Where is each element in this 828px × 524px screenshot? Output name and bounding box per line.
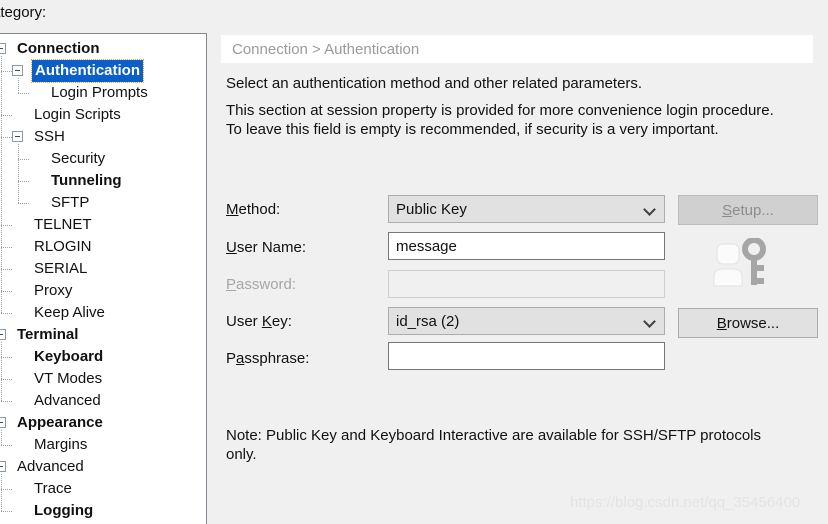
tree-item-authentication[interactable]: Authentication: [0, 59, 206, 83]
settings-content-pane: Connection > Authentication Select an au…: [218, 0, 828, 524]
tree-item-label: Appearance: [17, 414, 103, 431]
description-line-2: This section at session property is prov…: [226, 102, 774, 119]
tree-item-serial[interactable]: SERIAL: [0, 258, 206, 280]
tree-item-label: Keep Alive: [34, 304, 105, 321]
tree-item-label: Login Scripts: [34, 106, 121, 123]
user-name-input[interactable]: message: [388, 232, 665, 260]
tree-item-keyboard[interactable]: Keyboard: [0, 346, 206, 368]
breadcrumb-text: Connection > Authentication: [232, 40, 420, 58]
tree-item-label: SFTP: [51, 194, 90, 211]
tree-item-logging[interactable]: Logging: [0, 500, 206, 522]
tree-item-label: Trace: [34, 480, 72, 497]
tree-item-label: Authentication: [31, 59, 144, 83]
user-key-icon: [713, 238, 766, 287]
note-line-2: only.: [226, 446, 257, 463]
tree-item-trace[interactable]: Trace: [0, 478, 206, 500]
method-select-value: Public Key: [396, 200, 467, 218]
tree-item-label: SERIAL: [34, 260, 88, 277]
user-name-label: User Name:: [226, 239, 307, 256]
category-tree[interactable]: Connection Authentication Login Prompts Log…: [0, 33, 207, 524]
tree-item-security[interactable]: Security: [0, 148, 206, 170]
tree-item-vt-modes[interactable]: VT Modes: [0, 368, 206, 390]
browse-button[interactable]: Browse...: [678, 308, 818, 338]
tree-item-label: Proxy: [34, 282, 73, 299]
tree-item-label: Security: [51, 150, 106, 167]
passphrase-input[interactable]: [388, 342, 665, 370]
password-label: Password:: [226, 276, 297, 293]
category-tree-body: Connection Authentication Login Prompts Log…: [0, 34, 206, 522]
tree-item-rlogin[interactable]: RLOGIN: [0, 236, 206, 258]
user-key-label: User Key:: [226, 313, 292, 330]
tree-item-label: Advanced: [17, 458, 84, 475]
tree-expander-minus-icon[interactable]: [12, 65, 23, 76]
user-name-value: message: [396, 237, 457, 255]
method-select[interactable]: Public Key: [388, 195, 665, 223]
password-input: [388, 270, 665, 298]
tree-item-advanced[interactable]: Advanced: [0, 456, 206, 478]
tree-item-proxy[interactable]: Proxy: [0, 280, 206, 302]
chevron-down-icon: [644, 204, 655, 215]
breadcrumb: Connection > Authentication: [221, 35, 813, 63]
description-line-3: To leave this field is empty is recommen…: [226, 121, 719, 138]
tree-item-label: SSH: [34, 128, 65, 145]
setup-button: Setup...: [678, 195, 818, 225]
tree-item-keep-alive[interactable]: Keep Alive: [0, 302, 206, 324]
tree-expander-minus-icon[interactable]: [0, 43, 6, 54]
tree-item-appearance[interactable]: Appearance: [0, 412, 206, 434]
tree-item-label: Connection: [17, 40, 100, 57]
tree-item-telnet[interactable]: TELNET: [0, 214, 206, 236]
tree-item-sftp[interactable]: SFTP: [0, 192, 206, 214]
tree-expander-minus-icon[interactable]: [0, 329, 6, 340]
tree-item-margins[interactable]: Margins: [0, 434, 206, 456]
tree-item-label: Margins: [34, 436, 88, 453]
tree-expander-minus-icon[interactable]: [0, 461, 6, 472]
tree-item-login-prompts[interactable]: Login Prompts: [0, 82, 206, 104]
tree-item-label: TELNET: [34, 216, 92, 233]
method-label: Method:: [226, 201, 281, 218]
passphrase-label: Passphrase:: [226, 350, 310, 367]
tree-item-advanced[interactable]: Advanced: [0, 390, 206, 412]
tree-item-label: VT Modes: [34, 370, 103, 387]
tree-item-tunneling[interactable]: Tunneling: [0, 170, 206, 192]
tree-item-label: Login Prompts: [51, 84, 148, 101]
tree-item-label: Advanced: [34, 392, 101, 409]
tree-item-label: Keyboard: [34, 348, 104, 365]
category-label: ategory:: [0, 4, 47, 21]
tree-item-ssh[interactable]: SSH: [0, 126, 206, 148]
tree-item-terminal[interactable]: Terminal: [0, 324, 206, 346]
user-key-select-value: id_rsa (2): [396, 312, 460, 330]
chevron-down-icon: [644, 316, 655, 327]
user-key-select[interactable]: id_rsa (2): [388, 307, 665, 335]
tree-item-connection[interactable]: Connection: [0, 38, 206, 60]
tree-item-login-scripts[interactable]: Login Scripts: [0, 104, 206, 126]
tree-item-label: Logging: [34, 502, 94, 519]
tree-expander-minus-icon[interactable]: [0, 417, 6, 428]
tree-expander-minus-icon[interactable]: [12, 131, 23, 142]
note-line-1: Note: Public Key and Keyboard Interactiv…: [226, 427, 761, 444]
tree-item-label: Tunneling: [51, 172, 122, 189]
watermark: https://blog.csdn.net/qq_35456400: [570, 494, 801, 511]
tree-item-label: RLOGIN: [34, 238, 92, 255]
tree-item-label: Terminal: [17, 326, 79, 343]
settings-dialog: ategory: Connection AuthenticationLogin P…: [0, 0, 828, 524]
description-line-1: Select an authentication method and othe…: [226, 75, 643, 92]
